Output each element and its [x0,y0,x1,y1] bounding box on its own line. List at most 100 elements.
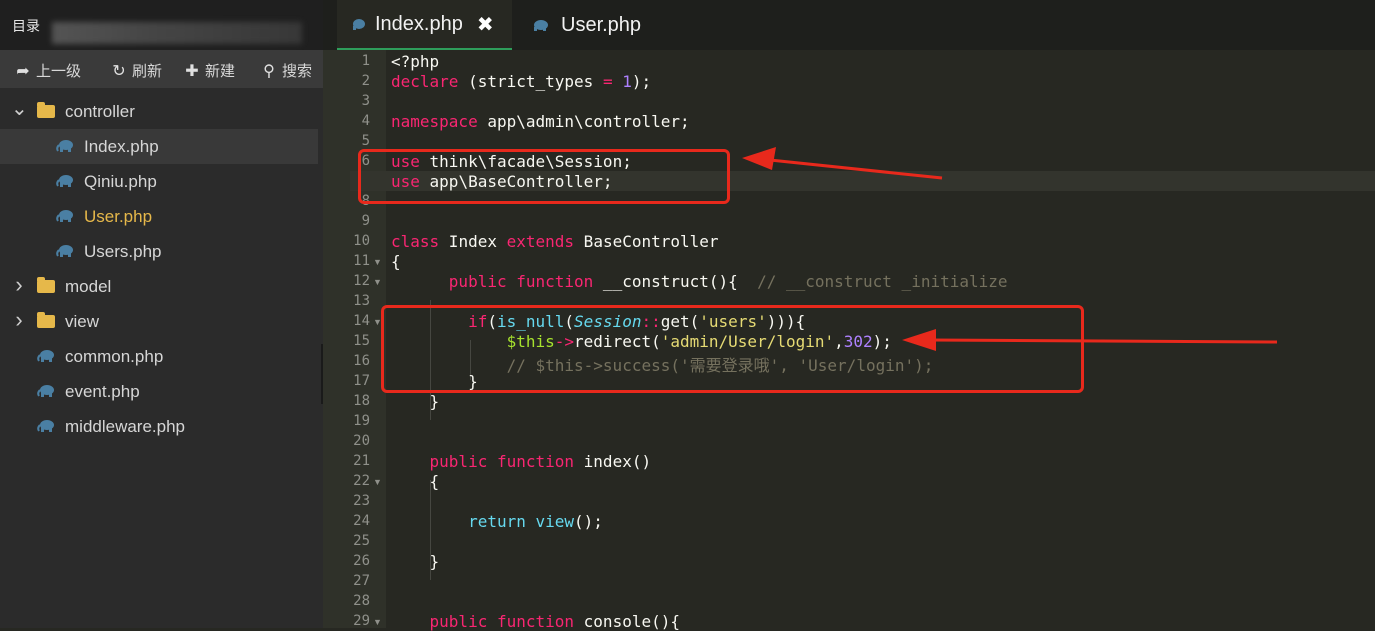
tree-file[interactable]: User.php [0,199,318,234]
refresh-label: 刷新 [132,63,163,80]
code-line: class Index extends BaseController [391,232,719,251]
line-number: 18 [353,393,370,409]
tree-folder[interactable]: › view [0,304,318,339]
up-level-label: 上一级 [36,63,82,80]
refresh-icon: ↻ [112,62,126,80]
folder-icon [37,312,55,328]
line-number: 15 [353,333,370,349]
line-number: 1 [361,53,370,69]
line-number: 16 [353,353,370,369]
line-number: 2 [361,73,370,89]
line-number: 20 [353,433,370,449]
line-number: 24 [353,513,370,529]
search-icon: ⚲ [263,62,275,80]
chevron-right-icon[interactable]: › [11,307,27,333]
line-number: 21 [353,453,370,469]
line-number: 9 [361,213,370,229]
code-line: } [391,552,440,571]
line-number: 29 [353,613,370,629]
tree-item-label: event.php [65,382,140,401]
tree-item-label: Index.php [84,137,159,156]
line-number: 13 [353,293,370,309]
search-button[interactable]: ⚲ 搜索 [260,60,312,81]
tree-item-label: controller [65,102,135,121]
code-line: public function __construct(){ // __cons… [448,272,1008,291]
fold-arrow-icon[interactable]: ▼ [373,617,382,627]
line-number: 12 [353,273,370,289]
line-number: 5 [361,133,370,149]
sidebar-header: 目录 [0,0,323,50]
php-elephant-icon [56,210,73,222]
tree-item-label: common.php [65,347,164,366]
code-line: { [391,252,401,271]
line-number: 26 [353,553,370,569]
code-line: return view(); [468,512,603,531]
tab-bar: Index.php ✖ User.php [323,0,1375,50]
line-number: 25 [353,533,370,549]
php-elephant-icon [56,175,73,187]
close-icon[interactable]: ✖ [477,12,494,37]
line-number: 22 [353,473,370,489]
tree-item-label: Users.php [84,242,162,261]
php-elephant-icon [37,385,54,397]
sidebar-title: 目录 [12,18,40,34]
code-line: namespace app\admin\controller; [391,112,690,131]
php-elephant-icon [56,140,73,152]
line-number: 3 [361,93,370,109]
php-elephant-icon [37,420,54,432]
sidebar-toolbar: ➦ 上一级 ↻ 刷新 ✚ 新建 ⚲ 搜索 [0,50,323,88]
tree-item-label: Qiniu.php [84,172,157,191]
line-number: 28 [353,593,370,609]
refresh-button[interactable]: ↻ 刷新 [110,60,162,81]
tree-file[interactable]: middleware.php [0,409,318,444]
tab-label: User.php [561,13,642,36]
tree-file[interactable]: event.php [0,374,318,409]
tree-file[interactable]: Index.php [0,129,318,164]
folder-icon [37,277,55,293]
new-label: 新建 [205,63,236,80]
annotation-box-use-statements [358,149,730,204]
tree-item-label: middleware.php [65,417,186,436]
tree-file[interactable]: common.php [0,339,318,374]
tab-label: Index.php [375,12,463,35]
code-line: declare (strict_types = 1); [391,72,652,91]
php-elephant-icon [534,20,548,31]
tab-user-php[interactable]: User.php [531,0,641,50]
code-line: public function console(){ [429,612,680,631]
php-elephant-icon [37,350,54,362]
line-number: 23 [353,493,370,509]
up-level-button[interactable]: ➦ 上一级 [14,60,81,81]
fold-arrow-icon[interactable]: ▼ [373,257,382,267]
line-number: 27 [353,573,370,589]
tree-file[interactable]: Qiniu.php [0,164,318,199]
tab-index-php[interactable]: Index.php ✖ [337,0,512,50]
tree-file[interactable]: Users.php [0,234,318,269]
tree-item-label: model [65,277,112,296]
fold-arrow-icon[interactable]: ▼ [373,477,382,487]
tree-item-label: view [65,312,100,331]
php-elephant-icon [56,245,73,257]
line-number: 14 [353,313,370,329]
blurred-path [52,22,302,44]
tree-folder[interactable]: ⌄ controller [0,94,318,129]
new-button[interactable]: ✚ 新建 [183,60,235,81]
line-number: 17 [353,373,370,389]
tree-item-label: User.php [84,207,153,226]
plus-icon: ✚ [185,62,199,80]
chevron-right-icon[interactable]: › [11,272,27,298]
line-number: 11 [353,253,370,269]
code-line: public function index() [429,452,652,471]
annotation-box-redirect [381,305,1084,393]
tree-folder[interactable]: › model [0,269,318,304]
folder-icon [37,102,55,118]
php-elephant-icon [353,19,365,30]
code-line: } [391,392,440,411]
line-number: 10 [353,233,370,249]
line-number-gutter: 1234567891011▼12▼1314▼1516171819202122▼2… [323,50,386,629]
line-number: 19 [353,413,370,429]
search-label: 搜索 [282,63,313,80]
level-up-icon: ➦ [16,62,30,80]
code-line: <?php [391,52,440,71]
fold-arrow-icon[interactable]: ▼ [373,277,382,287]
chevron-down-icon[interactable]: ⌄ [11,96,28,121]
